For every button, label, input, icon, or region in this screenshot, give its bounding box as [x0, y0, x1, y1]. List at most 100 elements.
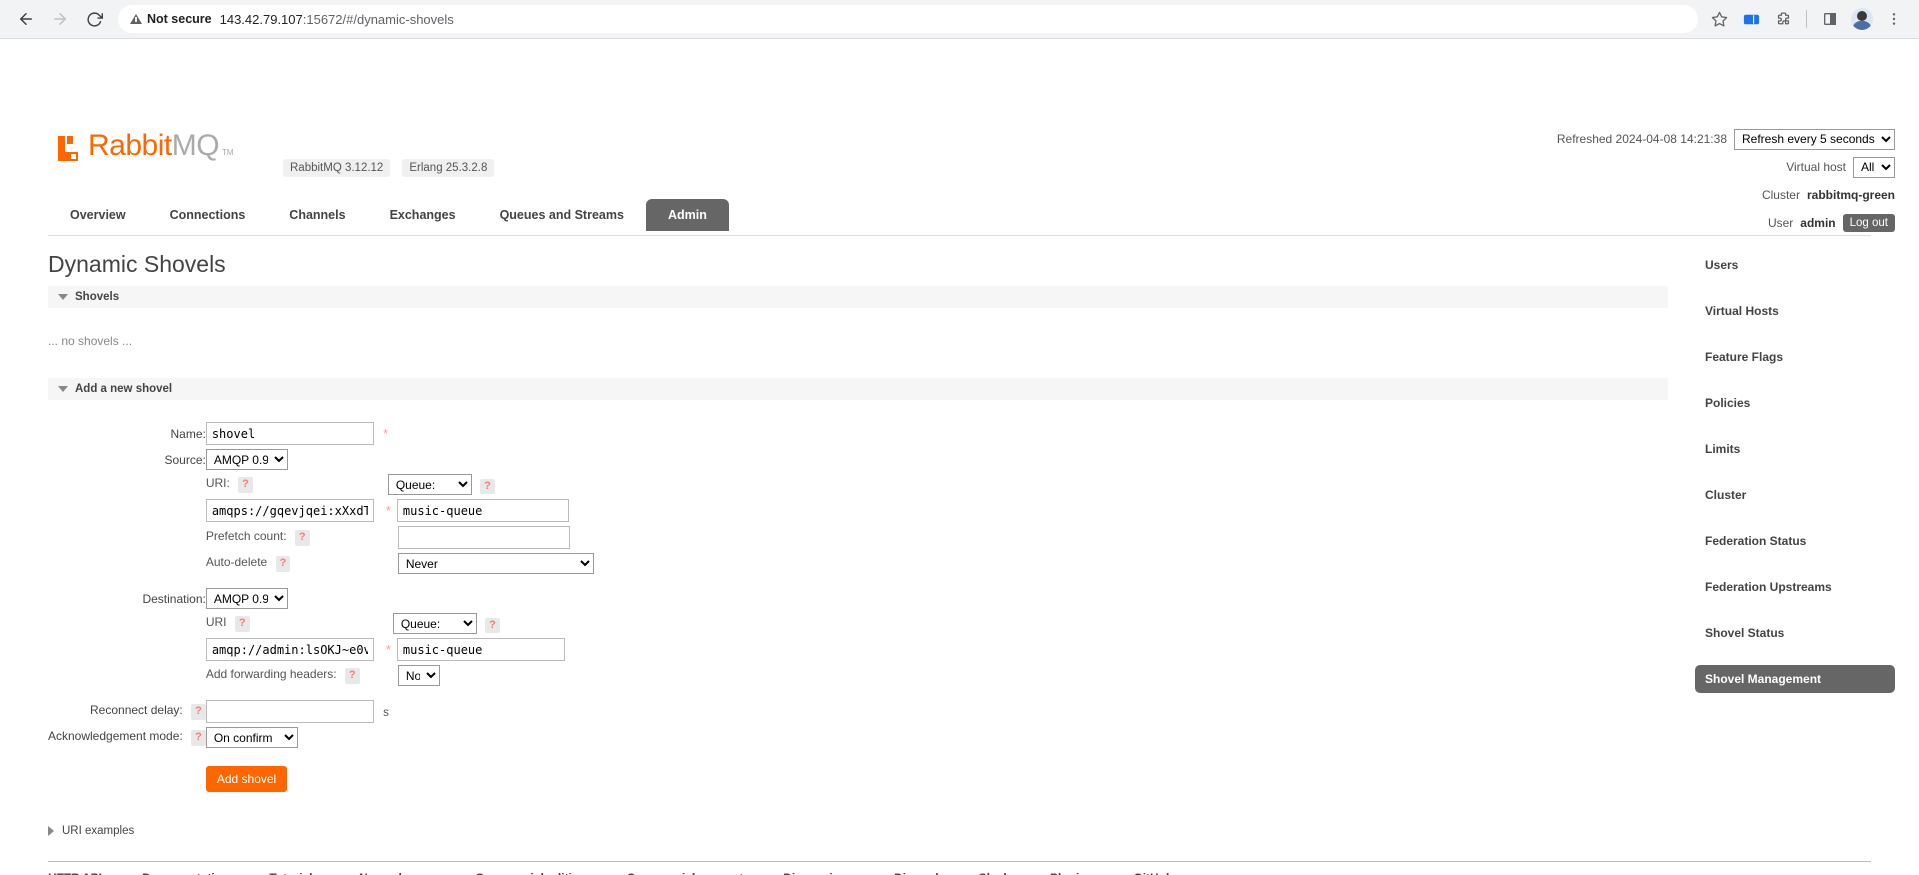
tab-connections[interactable]: Connections: [148, 199, 268, 231]
header-controls: Refreshed 2024-04-08 14:21:38 Refresh ev…: [1557, 129, 1895, 241]
source-kind-help-icon[interactable]: ?: [480, 479, 495, 494]
uri-examples-toggle[interactable]: URI examples: [48, 825, 134, 837]
footer-link-commercial-edition[interactable]: Commercial edition: [475, 871, 586, 875]
source-kind-select[interactable]: Queue:: [388, 474, 472, 495]
name-input[interactable]: [206, 422, 374, 445]
forwarding-headers-label: Add forwarding headers:: [206, 667, 337, 681]
star-icon[interactable]: [1704, 4, 1734, 34]
footer-link-documentation[interactable]: Documentation: [142, 871, 229, 875]
reconnect-input-cell: s: [206, 690, 594, 727]
source-uri-label-cell: URI: ? Queue: ?: [206, 474, 594, 499]
name-label: Name:: [48, 422, 206, 449]
footer-link-http-api[interactable]: HTTP API: [48, 871, 102, 875]
footer-link-discussions[interactable]: Discussions: [783, 871, 854, 875]
security-status-label: Not secure: [147, 12, 212, 26]
form-row-reconnect: Reconnect delay: ? s: [48, 690, 594, 727]
tab-overview[interactable]: Overview: [48, 199, 148, 231]
sidebar-item-shovel-status[interactable]: Shovel Status: [1695, 619, 1895, 647]
form-row-ack-mode: Acknowledgement mode: ? On confirm: [48, 727, 594, 752]
reload-icon[interactable]: [78, 3, 110, 35]
destination-label: Destination:: [48, 578, 206, 613]
sidebar-item-virtual-hosts[interactable]: Virtual Hosts: [1695, 297, 1895, 325]
extensions-icon[interactable]: [1768, 4, 1798, 34]
refreshed-timestamp: Refreshed 2024-04-08 14:21:38: [1557, 132, 1727, 146]
autodelete-help-icon[interactable]: ?: [276, 556, 291, 571]
tab-queues-and-streams[interactable]: Queues and Streams: [478, 199, 646, 231]
destination-uri-help-icon[interactable]: ?: [235, 616, 250, 631]
tab-exchanges[interactable]: Exchanges: [368, 199, 478, 231]
shovels-section-header[interactable]: Shovels: [48, 286, 1668, 308]
destination-queue-input[interactable]: [397, 638, 565, 661]
sidebar-item-federation-upstreams[interactable]: Federation Upstreams: [1695, 573, 1895, 601]
footer-link-slack[interactable]: Slack: [979, 871, 1010, 875]
footer-link-discord[interactable]: Discord: [894, 871, 939, 875]
reconnect-delay-input[interactable]: [206, 700, 374, 723]
user-name: admin: [1800, 216, 1835, 230]
add-shovel-section-header[interactable]: Add a new shovel: [48, 378, 1668, 400]
forwarding-headers-select[interactable]: No: [398, 665, 440, 686]
prefetch-input[interactable]: [398, 526, 570, 549]
rabbitmq-logo[interactable]: RabbitMQ TM: [58, 131, 234, 161]
address-bar[interactable]: Not secure 143.42.79.107:15672/#/dynamic…: [118, 5, 1698, 33]
prefetch-help-icon[interactable]: ?: [295, 530, 310, 545]
sidebar-item-policies[interactable]: Policies: [1695, 389, 1895, 417]
ack-mode-help-icon[interactable]: ?: [191, 730, 206, 745]
source-uri-input[interactable]: [206, 499, 374, 522]
admin-sidebar: Users Virtual Hosts Feature Flags Polici…: [1695, 251, 1895, 711]
split-view-icon[interactable]: [1815, 4, 1845, 34]
profile-avatar[interactable]: [1847, 4, 1877, 34]
kebab-menu-icon[interactable]: [1879, 4, 1909, 34]
sidebar-item-shovel-management[interactable]: Shovel Management: [1695, 665, 1895, 693]
source-uri-help-icon[interactable]: ?: [238, 477, 253, 492]
security-status[interactable]: Not secure: [130, 12, 212, 26]
add-shovel-section-label: Add a new shovel: [75, 383, 172, 395]
autodelete-select[interactable]: Never: [398, 553, 594, 574]
rabbitmq-management-page: RabbitMQ TM RabbitMQ 3.12.12 Erlang 25.3…: [0, 39, 1919, 875]
ack-mode-select[interactable]: On confirm: [206, 727, 298, 748]
toolbar-divider: [1806, 10, 1807, 28]
reconnect-help-icon[interactable]: ?: [191, 704, 206, 719]
refresh-row: Refreshed 2024-04-08 14:21:38 Refresh ev…: [1557, 129, 1895, 149]
tab-admin[interactable]: Admin: [646, 199, 729, 231]
rabbitmq-version-badge: RabbitMQ 3.12.12: [283, 159, 390, 177]
ack-select-cell: On confirm: [206, 727, 594, 752]
sidebar-item-users[interactable]: Users: [1695, 251, 1895, 279]
dest-uri-input-cell: *: [206, 638, 594, 665]
form-row-name: Name: *: [48, 422, 594, 449]
form-row-source-uri-inputs: *: [48, 499, 594, 526]
refresh-interval-select[interactable]: Refresh every 5 seconds: [1734, 129, 1895, 150]
add-shovel-button[interactable]: Add shovel: [206, 766, 287, 792]
destination-uri-input[interactable]: [206, 638, 374, 661]
browser-actions: [1704, 4, 1909, 34]
footer-link-tutorials[interactable]: Tutorials: [269, 871, 319, 875]
footer-link-plugins[interactable]: Plugins: [1050, 871, 1093, 875]
back-arrow-icon[interactable]: [10, 3, 42, 35]
uri-examples-label: URI examples: [62, 825, 134, 837]
sidepanel-icon[interactable]: [1736, 4, 1766, 34]
tab-channels[interactable]: Channels: [267, 199, 367, 231]
source-protocol-select[interactable]: AMQP 0.9.1: [206, 449, 288, 470]
sidebar-item-feature-flags[interactable]: Feature Flags: [1695, 343, 1895, 371]
chevron-down-icon: [58, 294, 68, 300]
footer-link-new-releases[interactable]: New releases: [359, 871, 435, 875]
destination-kind-help-icon[interactable]: ?: [485, 618, 500, 633]
form-row-autodelete: Auto-delete ? Never: [48, 553, 594, 578]
forward-arrow-icon[interactable]: [44, 3, 76, 35]
sidebar-item-federation-status[interactable]: Federation Status: [1695, 527, 1895, 555]
destination-protocol-select[interactable]: AMQP 0.9.1: [206, 588, 288, 609]
destination-protocol-cell: AMQP 0.9.1: [206, 578, 594, 613]
source-queue-input[interactable]: [397, 499, 569, 522]
logout-button[interactable]: Log out: [1843, 214, 1895, 232]
footer-link-commercial-support[interactable]: Commercial support: [627, 871, 744, 875]
chevron-down-icon: [58, 386, 68, 392]
vhost-select[interactable]: All: [1853, 157, 1895, 178]
forwarding-headers-cell: Add forwarding headers: ? No: [206, 665, 594, 690]
sidebar-item-limits[interactable]: Limits: [1695, 435, 1895, 463]
footer-link-github[interactable]: GitHub: [1133, 871, 1173, 875]
sidebar-item-cluster[interactable]: Cluster: [1695, 481, 1895, 509]
destination-kind-select[interactable]: Queue:: [393, 613, 477, 634]
source-uri-label: URI:: [206, 476, 230, 490]
destination-uri-required-marker: *: [380, 642, 397, 657]
user-label: User: [1768, 216, 1793, 230]
forwarding-headers-help-icon[interactable]: ?: [345, 668, 360, 683]
